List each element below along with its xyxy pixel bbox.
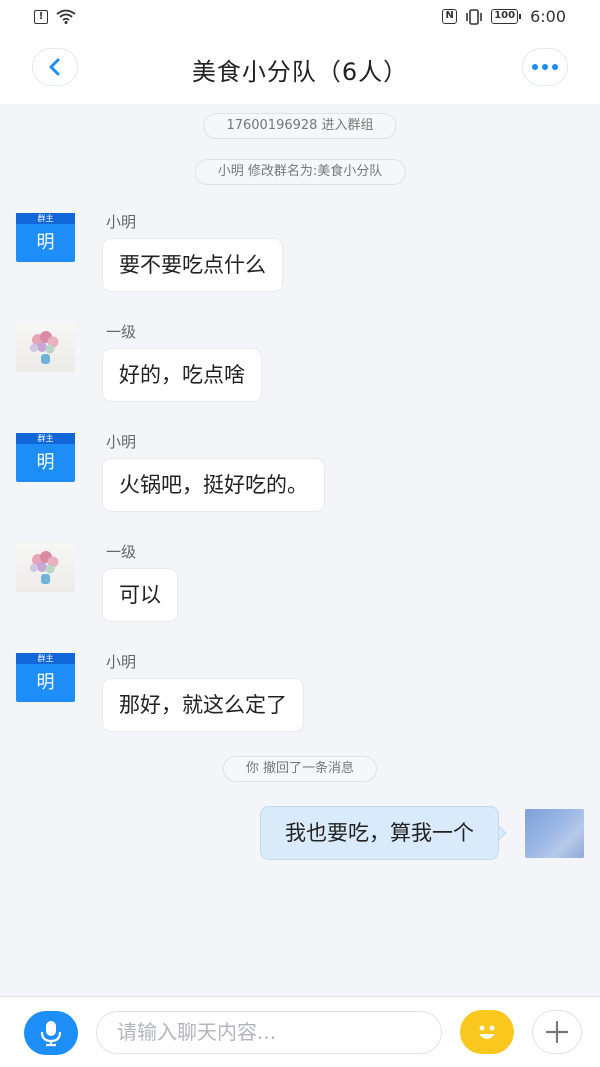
avatar-xiaoming[interactable]: 群主 明 — [16, 653, 75, 702]
message-input[interactable]: 请输入聊天内容... — [96, 1011, 442, 1054]
avatar-yiji[interactable] — [16, 543, 75, 592]
owner-badge: 群主 — [16, 433, 75, 444]
message-bubble[interactable]: 那好，就这么定了 — [102, 678, 304, 732]
sender-name: 一级 — [106, 323, 137, 341]
plus-icon — [545, 1020, 569, 1044]
sender-name: 小明 — [106, 433, 137, 451]
flower-photo-icon — [30, 331, 59, 364]
status-bar: ! N 100 6:00 — [0, 0, 600, 34]
flower-photo-icon — [30, 551, 59, 584]
nfc-icon: N — [442, 9, 458, 24]
page-title: 美食小分队（6人） — [191, 58, 409, 86]
avatar-self[interactable] — [525, 809, 584, 858]
voice-button[interactable] — [24, 1011, 78, 1055]
avatar-text: 明 — [36, 452, 55, 473]
wifi-icon — [56, 9, 76, 24]
avatar-text: 明 — [36, 232, 55, 253]
message-bubble[interactable]: 火锅吧，挺好吃的。 — [102, 458, 325, 512]
owner-badge: 群主 — [16, 653, 75, 664]
message-bubble[interactable]: 好的，吃点啥 — [102, 348, 262, 402]
chat-header: 美食小分队（6人） — [0, 34, 600, 104]
owner-badge: 群主 — [16, 213, 75, 224]
message-bubble[interactable]: 要不要吃点什么 — [102, 238, 283, 292]
avatar-xiaoming[interactable]: 群主 明 — [16, 433, 75, 482]
more-button[interactable] — [522, 48, 568, 86]
emoji-icon — [479, 1025, 495, 1039]
avatar-xiaoming[interactable]: 群主 明 — [16, 213, 75, 262]
vibrate-icon — [466, 8, 482, 25]
avatar-yiji[interactable] — [16, 323, 75, 372]
recall-notice: 你 撤回了一条消息 — [222, 756, 378, 782]
more-icon — [532, 64, 558, 70]
mic-icon — [40, 1021, 62, 1047]
sender-name: 一级 — [106, 543, 137, 561]
avatar-text: 明 — [36, 672, 55, 693]
battery-icon: 100 — [491, 9, 521, 24]
system-notice: 17600196928 进入群组 — [203, 113, 397, 139]
input-bar: 请输入聊天内容... — [0, 996, 600, 1067]
status-time: 6:00 — [530, 7, 566, 26]
more-actions-button[interactable] — [532, 1010, 582, 1054]
alert-icon: ! — [34, 9, 48, 24]
sender-name: 小明 — [106, 653, 137, 671]
sender-name: 小明 — [106, 213, 137, 231]
message-bubble[interactable]: 可以 — [102, 568, 178, 622]
system-notice: 小明 修改群名为:美食小分队 — [194, 159, 406, 185]
emoji-button[interactable] — [460, 1010, 514, 1054]
self-message-bubble[interactable]: 我也要吃，算我一个 — [260, 806, 499, 860]
